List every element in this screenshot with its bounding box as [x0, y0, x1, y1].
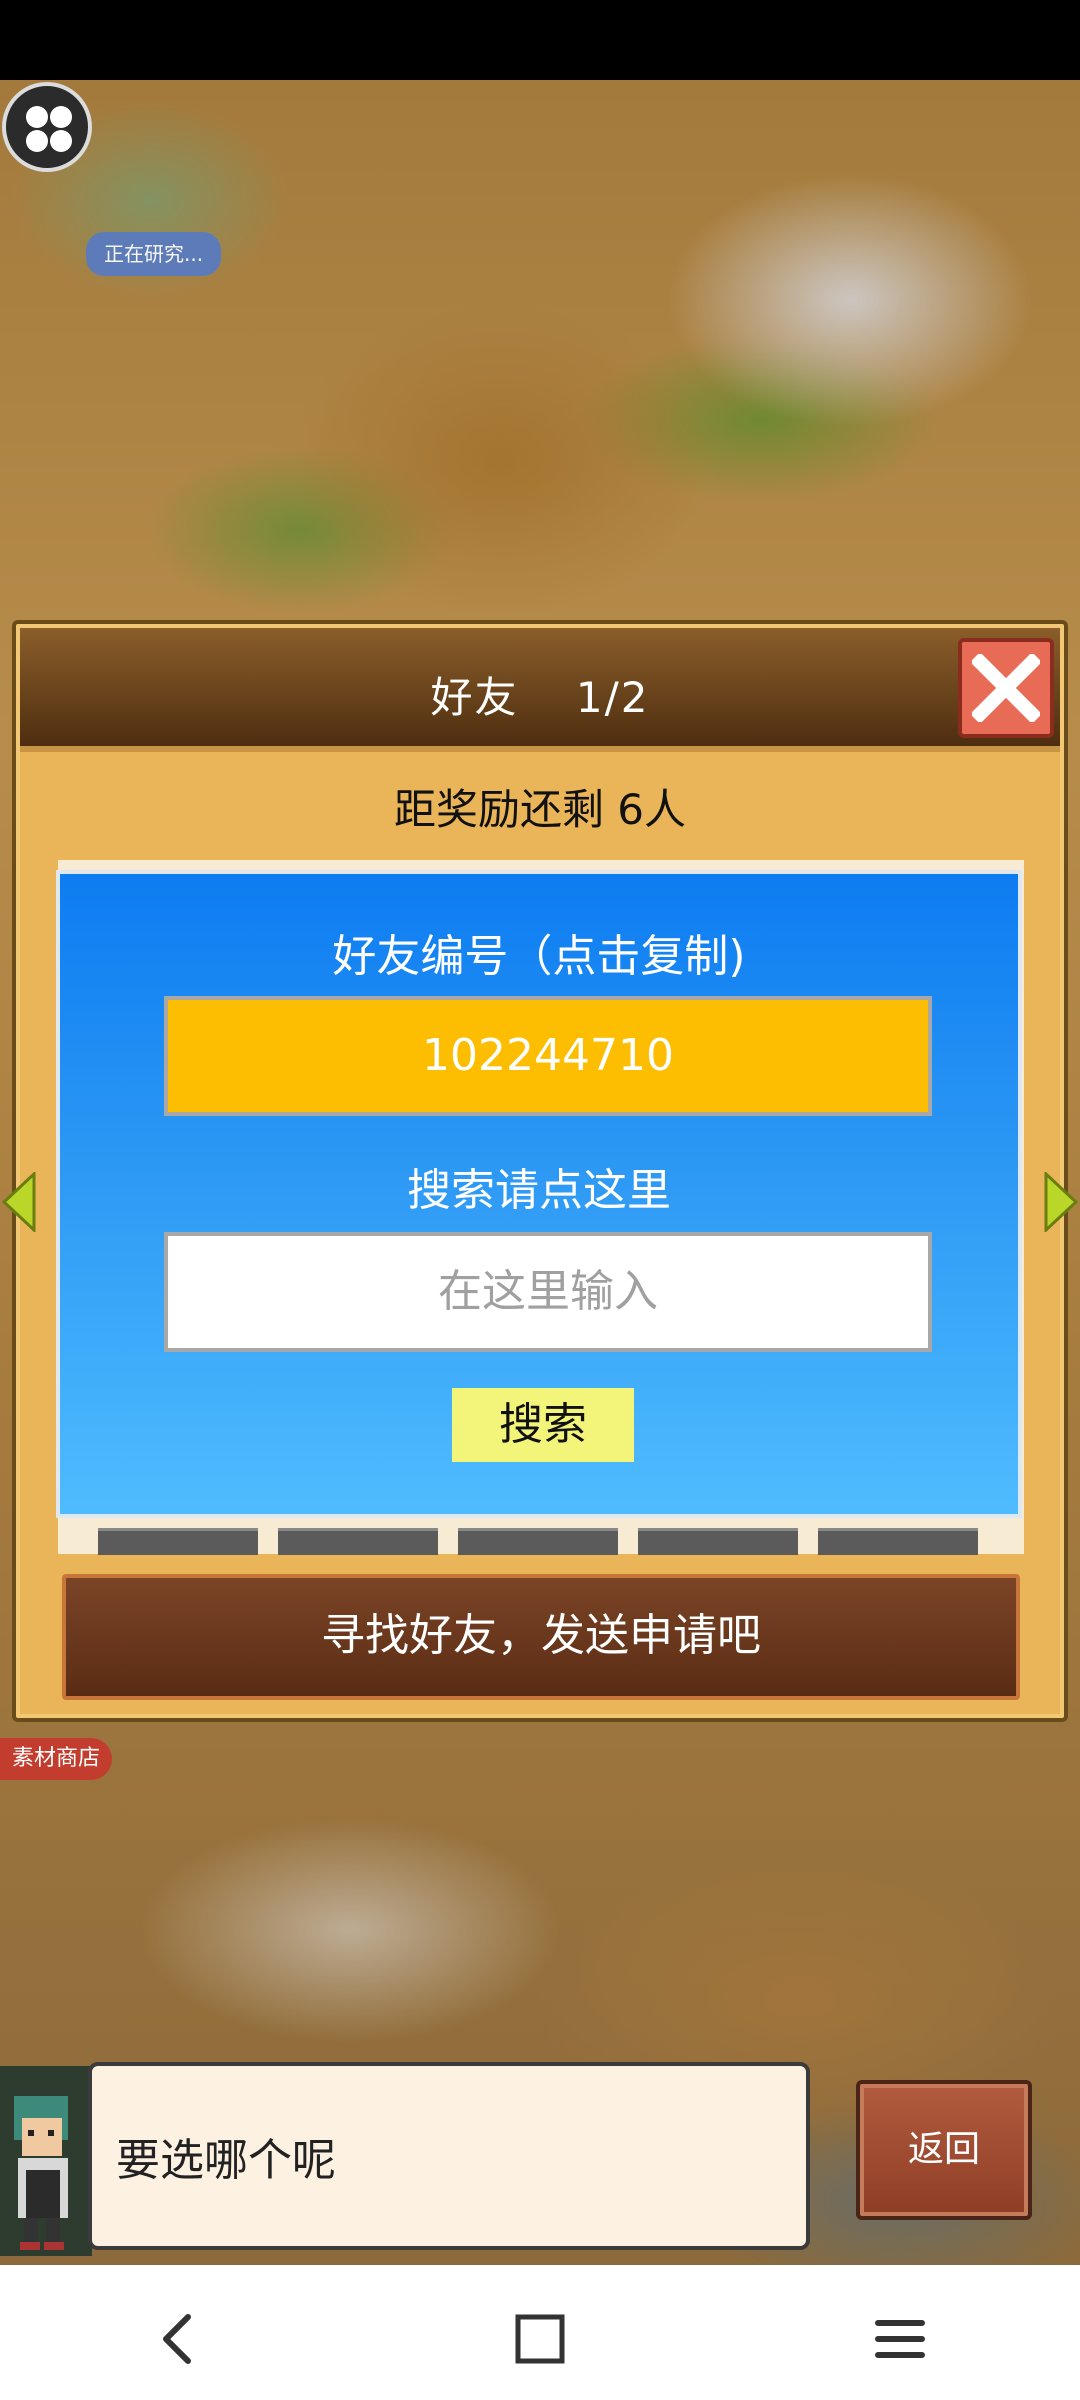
speech-text: 要选哪个呢 — [116, 2135, 336, 2186]
close-icon — [972, 654, 1040, 722]
friend-slot[interactable] — [98, 1528, 258, 1555]
search-input[interactable]: 在这里输入 — [164, 1232, 932, 1352]
page-indicator: 1/2 — [575, 673, 650, 722]
friend-id-copy-field[interactable]: 102244710 — [164, 996, 932, 1116]
character-portrait-icon — [14, 2096, 68, 2250]
panel-header: 好友 1/2 — [20, 628, 1060, 752]
speech-bubble: 要选哪个呢 — [88, 2062, 810, 2250]
arrow-left-icon[interactable] — [2, 1172, 36, 1232]
research-status-badge: 正在研究... — [86, 232, 222, 276]
friend-id-label: 好友编号（点击复制) — [332, 931, 746, 982]
nav-menu-icon[interactable] — [870, 2309, 930, 2369]
reward-remaining-text: 距奖励还剩 6人 — [393, 785, 687, 834]
material-shop-tag[interactable]: 素材商店 — [0, 1738, 113, 1780]
nav-home-icon[interactable] — [510, 2309, 570, 2369]
avatar — [0, 2066, 92, 2256]
close-button[interactable] — [958, 638, 1054, 738]
panel-title-text: 好友 — [430, 673, 519, 722]
back-button[interactable]: 返回 — [856, 2080, 1032, 2220]
status-bar — [0, 0, 1080, 80]
search-button[interactable]: 搜索 — [452, 1388, 634, 1462]
friend-slot[interactable] — [638, 1528, 798, 1555]
friend-slot[interactable] — [458, 1528, 618, 1555]
friend-slot[interactable] — [818, 1528, 978, 1555]
friend-search-dialog: 好友编号（点击复制) 102244710 搜索请点这里 在这里输入 搜索 — [56, 870, 1022, 1518]
system-nav-bar — [0, 2265, 1080, 2400]
find-friends-button[interactable]: 寻找好友，发送申请吧 — [62, 1574, 1020, 1700]
arrow-right-icon[interactable] — [1044, 1172, 1078, 1232]
nav-back-icon[interactable] — [150, 2309, 210, 2369]
friend-slot[interactable] — [278, 1528, 438, 1555]
menu-button[interactable] — [2, 82, 92, 172]
panel-title: 好友 1/2 — [20, 664, 1060, 725]
search-label: 搜索请点这里 — [407, 1165, 671, 1216]
